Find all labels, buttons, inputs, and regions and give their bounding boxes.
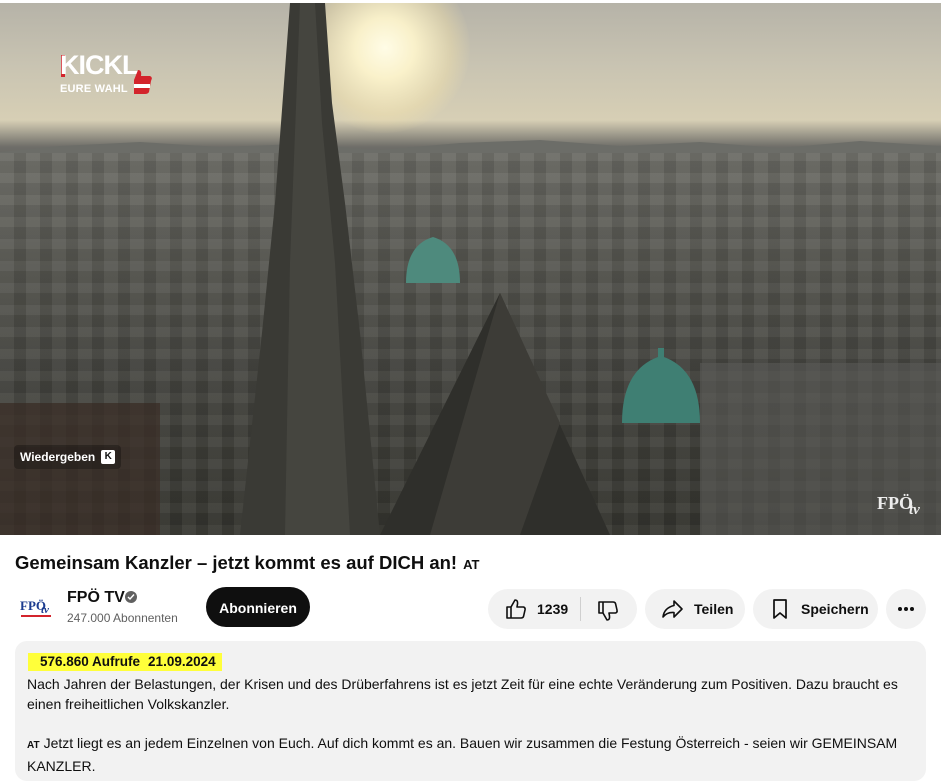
thumbs-up-flag-icon — [128, 70, 152, 94]
country-badge: AT — [463, 557, 480, 572]
view-count: 576.860 Aufrufe — [40, 654, 141, 669]
description-paragraph-1: Nach Jahren der Belastungen, der Krisen … — [27, 676, 898, 712]
description-paragraph-2: AT Jetzt liegt es an jedem Einzelnen von … — [27, 733, 912, 776]
like-count: 1239 — [537, 601, 569, 617]
replay-shortcut-key: K — [101, 450, 116, 464]
video-frame-dome — [622, 348, 700, 423]
description-box[interactable]: 576.860 Aufrufe 21.09.2024 Nach Jahren de… — [15, 641, 926, 781]
like-divider — [580, 597, 581, 621]
share-arrow-icon — [662, 600, 683, 618]
more-dot-icon — [904, 607, 908, 611]
bookmark-icon — [773, 599, 787, 619]
avatar-red-bar — [21, 615, 51, 617]
video-title-text: Gemeinsam Kanzler – jetzt kommt es auf D… — [15, 552, 458, 573]
more-options-button[interactable] — [886, 589, 926, 629]
like-dislike-group: 1239 — [488, 589, 637, 629]
fpo-tv-watermark: FPÖ tv — [877, 493, 933, 521]
video-title: Gemeinsam Kanzler – jetzt kommt es auf D… — [15, 552, 479, 574]
video-player[interactable]: KICKL EURE WAHL Wiedergeben K FPÖ tv — [0, 3, 941, 535]
channel-overlay-logo: KICKL EURE WAHL — [60, 52, 160, 98]
video-frame-dome-2 — [406, 237, 460, 283]
subscribe-button[interactable]: Abonnieren — [206, 587, 310, 627]
channel-name[interactable]: FPÖ TV — [67, 589, 125, 607]
channel-avatar[interactable]: FPÖ tv — [17, 588, 57, 628]
thumbs-down-icon[interactable] — [596, 599, 620, 623]
description-paragraph-2-text: Jetzt liegt es an jedem Einzelnen von Eu… — [27, 735, 898, 774]
replay-hint[interactable]: Wiedergeben K — [14, 445, 122, 469]
watermark-fpo: FPÖ — [877, 493, 913, 513]
replay-label: Wiedergeben — [20, 450, 96, 464]
like-button[interactable]: 1239 — [488, 589, 568, 629]
logo-subtitle: EURE WAHL — [60, 83, 128, 95]
more-dot-icon — [910, 607, 914, 611]
watermark-tv: tv — [909, 502, 920, 518]
share-button[interactable]: Teilen — [645, 589, 745, 629]
subscriber-count: 247.000 Abonnenten — [67, 611, 178, 625]
upload-date: 21.09.2024 — [148, 654, 216, 669]
channel-row: FPÖ tv FPÖ TV 247.000 Abonnenten Abonnie… — [15, 586, 926, 630]
view-count-date: 576.860 Aufrufe 21.09.2024 — [28, 653, 222, 671]
save-button[interactable]: Speichern — [753, 589, 878, 629]
verified-check-icon — [125, 591, 137, 603]
more-dot-icon — [898, 607, 902, 611]
save-label: Speichern — [801, 601, 869, 617]
share-label: Teilen — [694, 601, 734, 617]
description-country-badge: AT — [27, 740, 40, 751]
thumbs-up-icon — [506, 599, 526, 619]
